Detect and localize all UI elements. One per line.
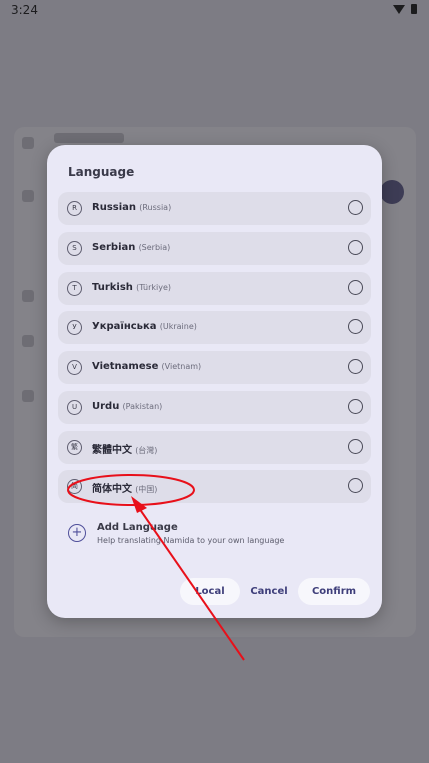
language-name: 繁體中文 <box>92 445 132 456</box>
local-button[interactable]: Local <box>180 578 240 605</box>
wifi-icon <box>393 5 405 14</box>
background-card-title <box>54 133 124 143</box>
radio-button[interactable] <box>348 439 363 454</box>
language-region: (Russia) <box>139 203 172 212</box>
radio-button[interactable] <box>348 478 363 493</box>
language-option-russian[interactable]: R Russian (Russia) <box>58 192 371 225</box>
radio-button[interactable] <box>348 280 363 295</box>
add-language-title: Add Language <box>97 522 178 533</box>
language-dialog: Language R Russian (Russia) S Serbian (S… <box>47 145 382 618</box>
language-badge-icon: T <box>67 281 82 296</box>
cancel-button[interactable]: Cancel <box>245 578 293 605</box>
status-bar: 3:24 <box>0 0 429 22</box>
language-badge-icon: 简 <box>67 479 82 494</box>
language-badge-icon: U <box>67 400 82 415</box>
background-avatar <box>380 180 404 204</box>
language-name: Serbian <box>92 242 136 253</box>
radio-button[interactable] <box>348 200 363 215</box>
language-option-vietnamese[interactable]: V Vietnamese (Vietnam) <box>58 351 371 384</box>
language-badge-icon: S <box>67 241 82 256</box>
language-name: 简体中文 <box>92 484 132 495</box>
radio-button[interactable] <box>348 319 363 334</box>
language-region: (Türkiye) <box>136 283 172 292</box>
background-icon <box>22 335 34 347</box>
language-badge-icon: V <box>67 360 82 375</box>
language-badge-icon: 繁 <box>67 440 82 455</box>
language-option-urdu[interactable]: U Urdu (Pakistan) <box>58 391 371 424</box>
add-language-button[interactable]: + Add Language Help translating Namida t… <box>68 522 358 554</box>
language-name: Urdu <box>92 401 120 412</box>
language-name: Turkish <box>92 282 133 293</box>
language-option-ukrainian[interactable]: У Українська (Ukraine) <box>58 311 371 344</box>
language-option-traditional-chinese[interactable]: 繁 繁體中文 (台灣) <box>58 431 371 464</box>
language-name: Russian <box>92 202 137 213</box>
radio-button[interactable] <box>348 359 363 374</box>
language-option-simplified-chinese[interactable]: 简 简体中文 (中国) <box>58 470 371 503</box>
language-region: (台灣) <box>135 446 158 455</box>
language-badge-icon: У <box>67 320 82 335</box>
status-time: 3:24 <box>11 3 38 17</box>
language-region: (Serbia) <box>138 243 171 252</box>
background-icon <box>22 390 34 402</box>
dialog-title: Language <box>68 165 135 179</box>
add-language-subtitle: Help translating Namida to your own lang… <box>97 536 285 545</box>
language-region: (中国) <box>135 485 158 494</box>
radio-button[interactable] <box>348 240 363 255</box>
language-name: Vietnamese <box>92 361 159 372</box>
language-region: (Vietnam) <box>161 362 202 371</box>
language-option-turkish[interactable]: T Turkish (Türkiye) <box>58 272 371 305</box>
background-icon <box>22 290 34 302</box>
language-badge-icon: R <box>67 201 82 216</box>
language-name: Українська <box>92 321 157 332</box>
background-icon <box>22 190 34 202</box>
confirm-button[interactable]: Confirm <box>298 578 370 605</box>
language-option-serbian[interactable]: S Serbian (Serbia) <box>58 232 371 265</box>
background-icon <box>22 137 34 149</box>
add-circle-icon: + <box>68 524 86 542</box>
language-region: (Pakistan) <box>122 402 163 411</box>
radio-button[interactable] <box>348 399 363 414</box>
language-region: (Ukraine) <box>159 322 197 331</box>
battery-icon <box>411 4 417 14</box>
